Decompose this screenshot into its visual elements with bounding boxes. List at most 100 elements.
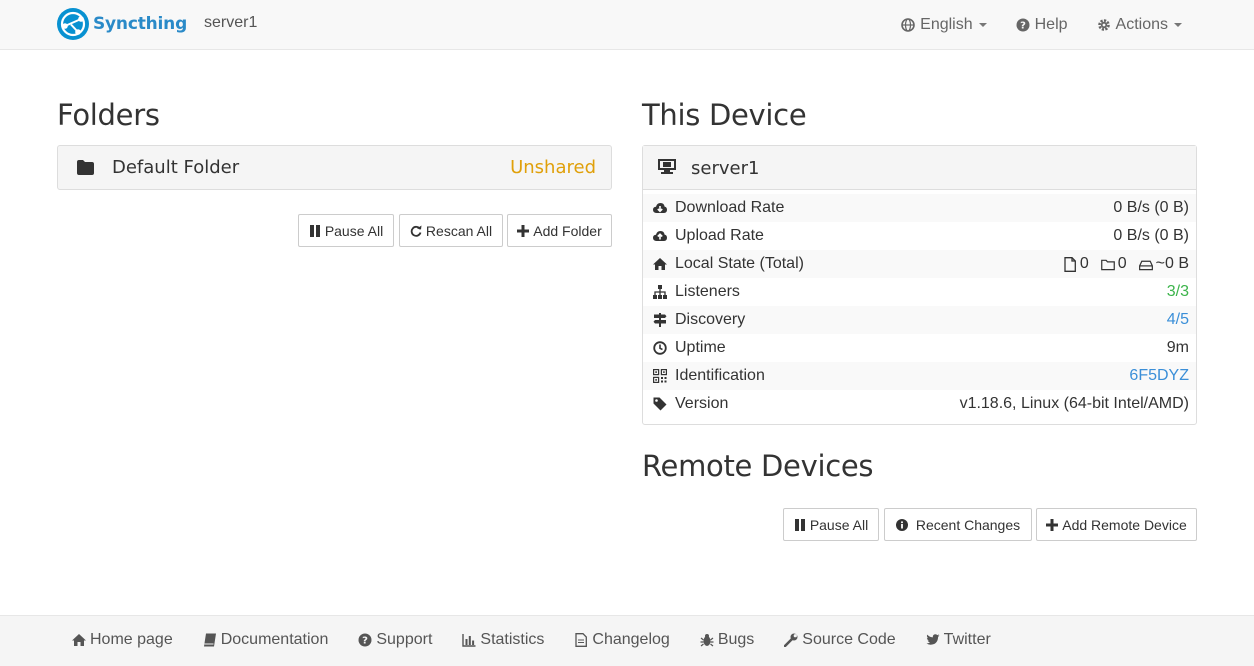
plus-icon [517,224,530,237]
footer-link-changelog[interactable]: Changelog [574,631,670,649]
tag-icon [653,397,667,411]
this-device-header[interactable]: server1 [643,146,1196,190]
rescan-all-button[interactable]: Rescan All [399,214,503,247]
brand-name: Syncthing [93,14,188,34]
language-label: English [920,16,973,33]
row-version: Version v1.18.6, Linux (64-bit Intel/AMD… [643,390,1196,418]
device-id-value[interactable]: 6F5DYZ [1129,367,1189,385]
upload-rate-value: 0 B/s (0 B) [1113,227,1189,244]
pause-all-devices-button[interactable]: Pause All [783,508,879,541]
question-circle-icon: ? [1016,18,1030,32]
row-listeners: Listeners 3/3 [643,278,1196,306]
footer-link-twitter[interactable]: Twitter [926,631,991,649]
help-label: Help [1034,16,1068,33]
desktop-icon [658,159,676,174]
folder-open-icon [1100,259,1115,270]
chevron-down-icon [978,23,987,27]
svg-text:?: ? [1020,21,1026,32]
chevron-down-icon [1174,23,1182,27]
footer-link-statistics[interactable]: Statistics [462,631,544,649]
dirs-count: 0 [1117,255,1127,272]
footer-link-label: Statistics [480,631,545,648]
navbar: Syncthing server1 English ? Help Actions [0,0,1254,50]
row-identification: Identification 6F5DYZ [643,362,1196,390]
footer-link-documentation[interactable]: Documentation [203,631,329,649]
version-value: v1.18.6, Linux (64-bit Intel/AMD) [959,395,1189,412]
row-label: Download Rate [675,199,785,216]
folder-icon [77,160,94,175]
row-discovery: Discovery 4/5 [643,306,1196,334]
folders-heading: Folders [57,98,160,132]
footer-links: Home page Documentation ? Support Statis… [72,631,1021,649]
this-device-rows: Download Rate 0 B/s (0 B) Upload Rate 0 … [643,194,1196,418]
nav-right: English ? Help Actions [872,0,1182,50]
pause-icon [309,224,320,237]
folder-panel-default[interactable]: Default Folder Unshared [57,145,612,190]
plus-icon [1046,518,1059,531]
help-link[interactable]: ? Help [1016,16,1068,34]
gear-icon [1097,19,1110,31]
folder-label: Default Folder [112,157,240,178]
footer-link-label: Home page [90,631,173,648]
actions-menu[interactable]: Actions [1097,16,1182,34]
footer: Home page Documentation ? Support Statis… [0,615,1254,666]
footer-link-label: Changelog [592,631,670,648]
footer-link-label: Source Code [802,631,896,648]
twitter-icon [926,634,940,645]
file-icon [1064,256,1076,272]
book-icon [203,633,216,647]
footer-link-label: Bugs [717,631,755,648]
home-icon [72,634,86,646]
this-device-heading: This Device [642,98,807,132]
remote-devices-heading: Remote Devices [642,449,874,483]
row-uptime: Uptime 9m [643,334,1196,362]
cloud-download-icon [653,203,667,213]
listeners-value[interactable]: 3/3 [1167,283,1189,301]
syncthing-logo-icon [57,8,89,40]
footer-link-support[interactable]: ? Support [358,631,432,649]
sitemap-icon [653,285,667,299]
pause-all-folders-button[interactable]: Pause All [298,214,394,247]
uptime-value: 9m [1166,339,1189,356]
add-folder-button[interactable]: Add Folder [507,214,612,247]
row-label: Version [675,395,729,412]
footer-link-bugs[interactable]: Bugs [700,631,754,649]
local-state-value: 0 0 ~0 B [1063,255,1189,273]
row-label: Local State (Total) [675,255,804,272]
file-text-icon [575,633,588,647]
cloud-upload-icon [653,231,667,241]
this-device-panel: server1 Download Rate 0 B/s (0 B) Upload… [642,145,1197,425]
discovery-value[interactable]: 4/5 [1167,311,1189,329]
footer-link-source-code[interactable]: Source Code [784,631,896,649]
brand[interactable]: Syncthing [56,7,187,41]
footer-link-label: Support [376,631,433,648]
this-device-name: server1 [691,158,760,179]
nav-device-name: server1 [204,14,258,31]
footer-link-label: Documentation [220,631,329,648]
recent-changes-label: Recent Changes [915,516,1021,533]
home-icon [653,258,667,270]
pause-icon [794,518,805,531]
row-label: Upload Rate [675,227,764,244]
row-label: Identification [675,367,765,384]
clock-icon [653,341,667,355]
row-local-state: Local State (Total) 0 0 ~0 B [643,250,1196,278]
download-rate-value: 0 B/s (0 B) [1113,199,1189,216]
footer-link-home[interactable]: Home page [72,631,173,649]
add-folder-label: Add Folder [533,222,602,239]
pause-all-label: Pause All [809,516,869,533]
bar-chart-icon [462,634,476,647]
local-size: ~0 B [1155,255,1189,272]
language-menu[interactable]: English [901,16,987,34]
folder-status: Unshared [510,157,596,178]
recent-changes-button[interactable]: Recent Changes [884,508,1032,541]
row-label: Uptime [675,339,726,356]
add-remote-device-label: Add Remote Device [1062,516,1187,533]
footer-link-label: Twitter [943,631,991,648]
pause-all-label: Pause All [324,222,384,239]
add-remote-device-button[interactable]: Add Remote Device [1036,508,1197,541]
row-upload-rate: Upload Rate 0 B/s (0 B) [643,222,1196,250]
signpost-icon [653,313,667,327]
row-label: Discovery [675,311,746,328]
globe-icon [901,18,915,32]
